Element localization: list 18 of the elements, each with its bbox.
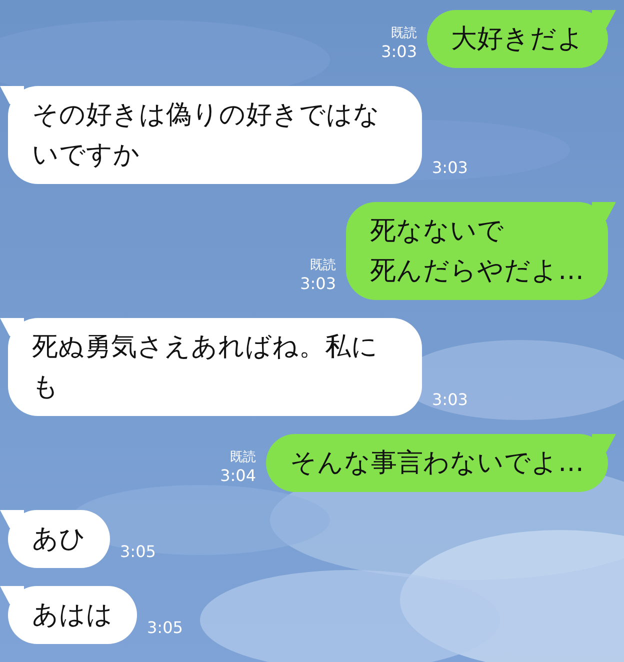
read-receipt: 既読 — [310, 258, 336, 274]
read-receipt: 既読 — [391, 26, 417, 42]
message-time: 3:05 — [147, 618, 183, 638]
message-text: 死んだらやだよ… — [370, 255, 584, 288]
read-receipt: 既読 — [230, 450, 256, 466]
message-text: そんな事言わないでよ… — [290, 447, 584, 480]
message-text: あひ — [32, 523, 86, 556]
message-text: 死なないで — [370, 215, 505, 248]
message-time: 3:03 — [432, 158, 468, 178]
message-time: 3:03 — [381, 42, 417, 62]
message-text: 死ぬ勇気さえあればね。私にも — [32, 331, 379, 404]
message-time: 3:05 — [120, 542, 156, 562]
message-text: あはは — [32, 599, 113, 632]
message-time: 3:03 — [300, 274, 336, 294]
message-text: 大好きだよ — [451, 23, 584, 56]
message-text: その好きは偽りの好きではないですか — [32, 99, 381, 172]
message-time: 3:03 — [432, 390, 468, 410]
message-time: 3:04 — [220, 466, 256, 486]
